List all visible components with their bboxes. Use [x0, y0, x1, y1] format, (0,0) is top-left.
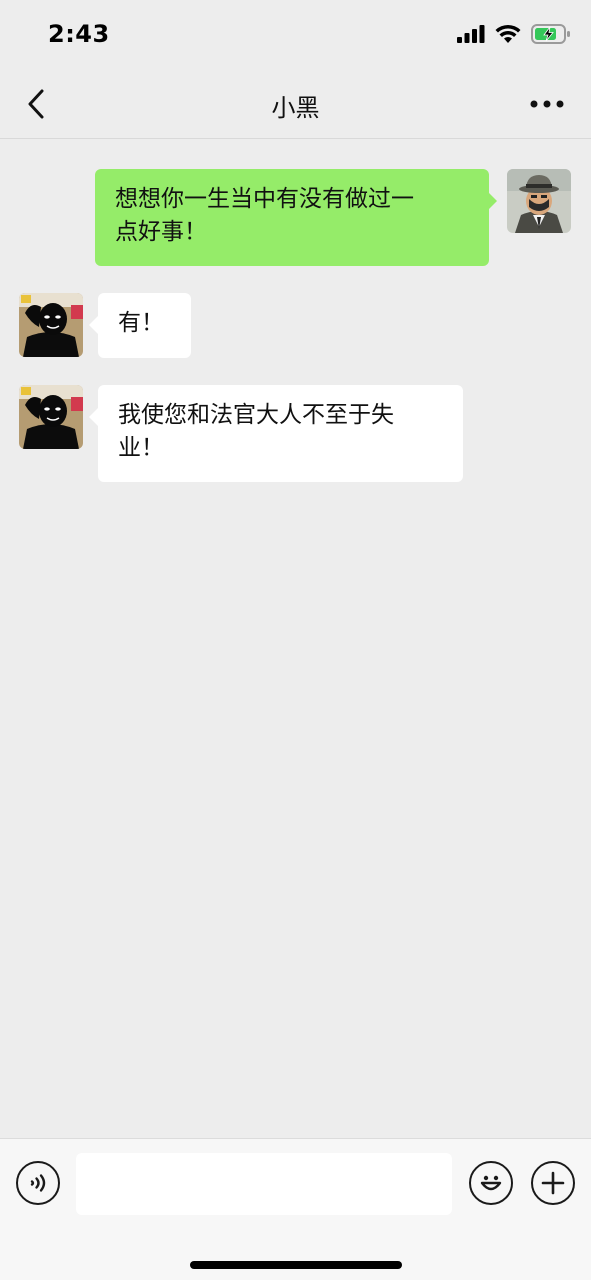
- plus-icon: [541, 1171, 565, 1195]
- home-indicator[interactable]: [190, 1261, 402, 1269]
- message-bubble-sent[interactable]: 想想你一生当中有没有做过一 点好事！: [95, 169, 489, 266]
- status-time: 2:43: [48, 20, 110, 48]
- sent-bubble-tail: [488, 192, 497, 210]
- message-bubble-received[interactable]: 我使您和法官大人不至于失 业！: [98, 385, 463, 482]
- contact-avatar[interactable]: [19, 385, 83, 449]
- input-bar: [0, 1138, 591, 1280]
- more-features-button[interactable]: [531, 1161, 575, 1205]
- chat-screen: 2:43 小黑 想想你一生当中有没有做过一 点好事！ 有！ 我使您和法官大人不至…: [0, 0, 591, 1280]
- battery-icon: [531, 24, 571, 48]
- voice-button[interactable]: [16, 1161, 60, 1205]
- message-text-line: 业！: [118, 435, 164, 461]
- message-text-line: 点好事！: [115, 219, 207, 245]
- message-bubble-received[interactable]: 有！: [98, 293, 191, 358]
- emoji-icon: [480, 1175, 502, 1191]
- wifi-icon: [495, 24, 521, 48]
- received-bubble-tail: [89, 408, 98, 426]
- status-bar: 2:43: [0, 0, 591, 70]
- more-button[interactable]: [527, 90, 567, 118]
- received-bubble-tail: [89, 316, 98, 334]
- message-text-line: 有！: [118, 310, 164, 336]
- chat-title: 小黑: [271, 94, 320, 122]
- contact-avatar[interactable]: [19, 293, 83, 357]
- message-input[interactable]: [76, 1153, 452, 1215]
- voice-icon: [30, 1174, 46, 1192]
- signal-icon: [457, 25, 485, 47]
- my-avatar[interactable]: [507, 169, 571, 233]
- nav-bar: 小黑: [0, 70, 591, 139]
- message-text-line: 想想你一生当中有没有做过一: [115, 186, 414, 212]
- more-dots-icon: [530, 100, 564, 108]
- emoji-button[interactable]: [469, 1161, 513, 1205]
- status-icons: [457, 24, 571, 48]
- message-text-line: 我使您和法官大人不至于失: [118, 402, 394, 428]
